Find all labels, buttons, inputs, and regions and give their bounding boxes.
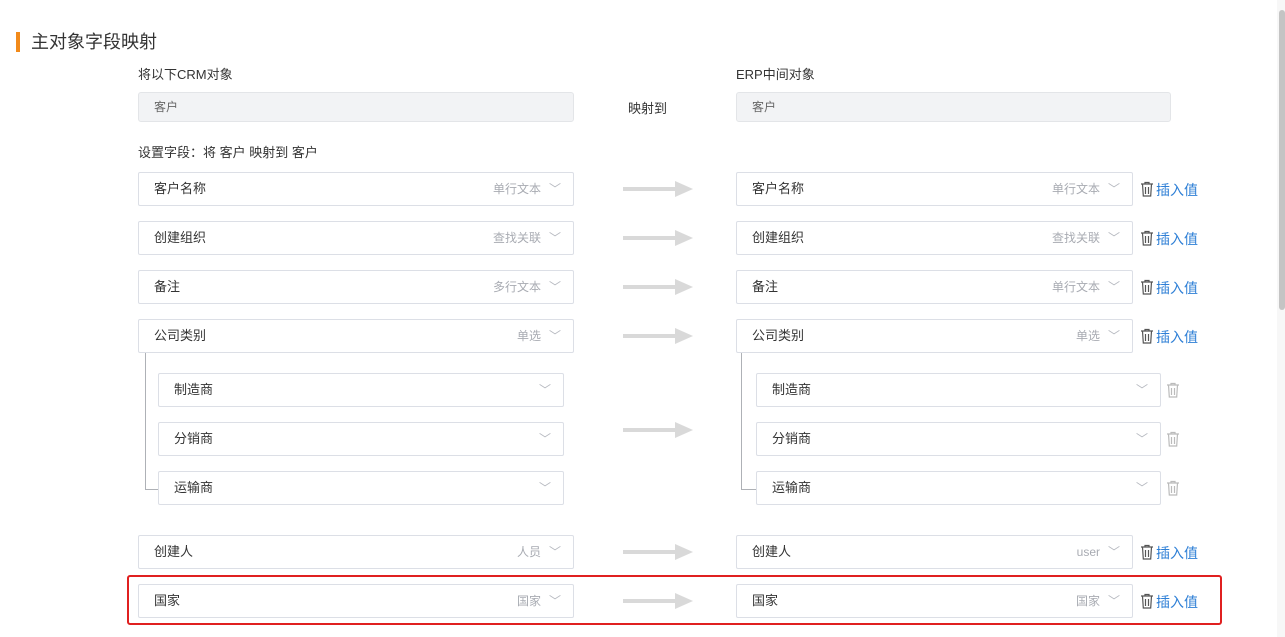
field-name: 备注: [752, 279, 779, 294]
field-type: 单行文本: [1051, 182, 1100, 196]
source-field-select[interactable]: 公司类别 单选 ﹀: [138, 319, 574, 353]
trash-icon[interactable]: [1140, 328, 1154, 344]
trash-icon[interactable]: [1166, 382, 1180, 398]
field-type: 国家: [1075, 594, 1100, 608]
insert-value-link[interactable]: 插入值: [1156, 592, 1198, 612]
target-object-field: 客户: [736, 92, 1171, 122]
field-name: 创建人: [154, 544, 194, 559]
chevron-down-icon: ﹀: [1135, 432, 1148, 446]
insert-value-link[interactable]: 插入值: [1156, 543, 1198, 563]
target-field-select[interactable]: 备注 单行文本 ﹀: [736, 270, 1133, 304]
scrollbar-thumb[interactable]: [1279, 10, 1285, 310]
trash-icon[interactable]: [1166, 480, 1180, 496]
target-field-select[interactable]: 公司类别 单选 ﹀: [736, 319, 1133, 353]
field-name: 创建组织: [154, 230, 207, 245]
field-type: 单选: [1075, 329, 1100, 343]
chevron-down-icon: ﹀: [538, 432, 551, 446]
arrow-right-icon: [623, 230, 693, 246]
source-field-select[interactable]: 创建人 人员 ﹀: [138, 535, 574, 569]
field-name: 客户名称: [752, 181, 805, 196]
field-name: 公司类别: [154, 328, 207, 343]
option-tree-line: [145, 353, 159, 490]
target-object-label: ERP中间对象: [736, 67, 815, 82]
field-type: user: [1076, 545, 1100, 559]
chevron-down-icon: ﹀: [548, 182, 561, 196]
source-option-select[interactable]: 运输商 ﹀: [158, 471, 564, 505]
chevron-down-icon: ﹀: [548, 545, 561, 559]
section-accent-bar: [16, 32, 20, 52]
source-field-select[interactable]: 客户名称 单行文本 ﹀: [138, 172, 574, 206]
chevron-down-icon: ﹀: [548, 594, 561, 608]
insert-value-link[interactable]: 插入值: [1156, 278, 1198, 298]
source-object-field: 客户: [138, 92, 574, 122]
option-tree-line: [741, 353, 757, 490]
field-type: 人员: [516, 545, 541, 559]
field-name: 创建人: [752, 544, 792, 559]
field-type: 查找关联: [492, 231, 541, 245]
source-option-select[interactable]: 分销商 ﹀: [158, 422, 564, 456]
field-name: 备注: [154, 279, 181, 294]
field-name: 国家: [752, 593, 779, 608]
source-field-select[interactable]: 国家 国家 ﹀: [138, 584, 574, 618]
trash-icon[interactable]: [1140, 279, 1154, 295]
field-setting-label: 设置字段：将 客户 映射到 客户: [138, 145, 318, 160]
source-option-select[interactable]: 制造商 ﹀: [158, 373, 564, 407]
arrow-right-icon: [623, 422, 693, 438]
target-option-select[interactable]: 分销商 ﹀: [756, 422, 1161, 456]
trash-icon[interactable]: [1140, 593, 1154, 609]
trash-icon[interactable]: [1166, 431, 1180, 447]
target-field-select[interactable]: 创建组织 查找关联 ﹀: [736, 221, 1133, 255]
section-title: 主对象字段映射: [31, 32, 157, 52]
target-field-select[interactable]: 创建人 user ﹀: [736, 535, 1133, 569]
chevron-down-icon: ﹀: [1107, 182, 1120, 196]
option-name: 运输商: [772, 480, 812, 495]
field-type: 国家: [516, 594, 541, 608]
insert-value-link[interactable]: 插入值: [1156, 327, 1198, 347]
target-option-select[interactable]: 运输商 ﹀: [756, 471, 1161, 505]
arrow-right-icon: [623, 328, 693, 344]
insert-value-link[interactable]: 插入值: [1156, 180, 1198, 200]
chevron-down-icon: ﹀: [548, 329, 561, 343]
chevron-down-icon: ﹀: [1107, 280, 1120, 294]
trash-icon[interactable]: [1140, 230, 1154, 246]
option-name: 分销商: [772, 431, 812, 446]
target-field-select[interactable]: 国家 国家 ﹀: [736, 584, 1133, 618]
field-type: 单行文本: [492, 182, 541, 196]
field-name: 国家: [154, 593, 181, 608]
chevron-down-icon: ﹀: [1135, 383, 1148, 397]
trash-icon[interactable]: [1140, 544, 1154, 560]
field-type: 多行文本: [492, 280, 541, 294]
chevron-down-icon: ﹀: [1135, 481, 1148, 495]
chevron-down-icon: ﹀: [538, 383, 551, 397]
chevron-down-icon: ﹀: [548, 280, 561, 294]
arrow-right-icon: [623, 593, 693, 609]
arrow-right-icon: [623, 544, 693, 560]
chevron-down-icon: ﹀: [1107, 231, 1120, 245]
option-name: 制造商: [174, 382, 214, 397]
target-field-select[interactable]: 客户名称 单行文本 ﹀: [736, 172, 1133, 206]
chevron-down-icon: ﹀: [548, 231, 561, 245]
arrow-right-icon: [623, 279, 693, 295]
source-object-label: 将以下CRM对象: [138, 67, 233, 82]
source-field-select[interactable]: 备注 多行文本 ﹀: [138, 270, 574, 304]
field-name: 公司类别: [752, 328, 805, 343]
field-name: 客户名称: [154, 181, 207, 196]
chevron-down-icon: ﹀: [1107, 545, 1120, 559]
source-field-select[interactable]: 创建组织 查找关联 ﹀: [138, 221, 574, 255]
option-name: 分销商: [174, 431, 214, 446]
map-to-label: 映射到: [628, 101, 668, 116]
field-type: 单行文本: [1051, 280, 1100, 294]
option-name: 运输商: [174, 480, 214, 495]
target-option-select[interactable]: 制造商 ﹀: [756, 373, 1161, 407]
field-type: 单选: [516, 329, 541, 343]
chevron-down-icon: ﹀: [1107, 594, 1120, 608]
option-name: 制造商: [772, 382, 812, 397]
trash-icon[interactable]: [1140, 181, 1154, 197]
field-name: 创建组织: [752, 230, 805, 245]
chevron-down-icon: ﹀: [1107, 329, 1120, 343]
field-type: 查找关联: [1051, 231, 1100, 245]
chevron-down-icon: ﹀: [538, 481, 551, 495]
insert-value-link[interactable]: 插入值: [1156, 229, 1198, 249]
arrow-right-icon: [623, 181, 693, 197]
